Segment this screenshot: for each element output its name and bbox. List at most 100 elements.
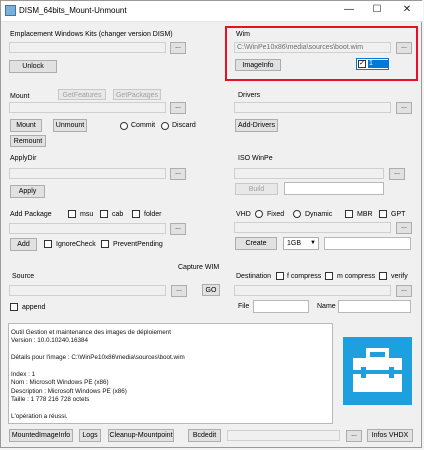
index-selector[interactable]: ✓ 1 — [356, 58, 389, 70]
name-label: Name — [317, 303, 336, 310]
f-compress-label: f compress — [287, 273, 322, 280]
capture-wim-label: Capture WIM — [178, 264, 220, 271]
msu-checkbox[interactable] — [68, 210, 76, 218]
wim-browse-button[interactable]: ... — [396, 42, 412, 54]
drivers-label: Drivers — [238, 92, 261, 99]
vhd-size-field[interactable] — [324, 237, 411, 250]
vhd-browse-button[interactable]: ... — [396, 222, 412, 234]
fixed-radio[interactable] — [255, 210, 263, 218]
folder-checkbox[interactable] — [132, 210, 140, 218]
isowinpe-browse-button[interactable]: ... — [389, 168, 405, 180]
isowinpe-output-field[interactable] — [284, 182, 384, 195]
close-icon[interactable]: ✕ — [397, 3, 417, 17]
append-checkbox[interactable] — [10, 303, 18, 311]
app-icon — [5, 5, 16, 16]
vhd-size-value: 1GB — [287, 240, 302, 247]
file-field[interactable] — [253, 300, 309, 313]
output-line: Détails pour l'image : C:\WinPe10x86\med… — [11, 354, 185, 362]
wim-path-field[interactable]: C:\WinPe10x86\media\sources\boot.wim — [234, 42, 391, 53]
output-line: Taille : 1 778 216 728 octets — [11, 396, 90, 404]
create-vhd-button[interactable]: Create — [235, 237, 277, 250]
source-browse-button[interactable]: ... — [171, 285, 187, 297]
discard-radio[interactable] — [161, 122, 169, 130]
title-bar: DISM_64bits_Mount-Unmount — ☐ ✕ — [1, 1, 423, 22]
mbr-label: MBR — [357, 211, 373, 218]
fixed-label: Fixed — [267, 211, 285, 218]
drivers-browse-button[interactable]: ... — [396, 102, 412, 114]
commit-label: Commit — [131, 122, 156, 129]
gpt-checkbox[interactable] — [379, 210, 387, 218]
bcdedit-path-field[interactable] — [227, 430, 340, 441]
preventpending-checkbox[interactable] — [101, 240, 109, 248]
append-label: append — [22, 304, 46, 311]
vhd-path-field[interactable] — [234, 222, 391, 233]
cleanup-mountpoint-button[interactable]: Cleanup-Mountpoint — [108, 429, 174, 442]
output-line: L'opération a réussi. — [11, 413, 68, 421]
commit-radio[interactable] — [120, 122, 128, 130]
output-line: Index : 1 — [11, 371, 36, 379]
file-label: File — [238, 303, 250, 310]
go-button[interactable]: GO — [202, 284, 220, 296]
applydir-field[interactable] — [9, 168, 166, 179]
remount-button[interactable]: Remount — [10, 135, 46, 147]
mount-label: Mount — [10, 93, 30, 100]
addpackage-label: Add Package — [10, 211, 52, 218]
minimize-button[interactable]: — — [339, 3, 359, 17]
m-compress-checkbox[interactable] — [325, 272, 333, 280]
unmount-button[interactable]: Unmount — [53, 119, 87, 132]
add-drivers-button[interactable]: Add-Drivers — [235, 119, 278, 132]
dynamic-radio[interactable] — [293, 210, 301, 218]
mount-browse-button[interactable]: ... — [170, 102, 186, 114]
destination-browse-button[interactable]: ... — [396, 285, 412, 297]
addpackage-field[interactable] — [9, 223, 166, 234]
cab-checkbox[interactable] — [100, 210, 108, 218]
output-line: Nom : Microsoft Windows PE (x86) — [11, 379, 109, 387]
wim-label: Wim — [236, 31, 250, 38]
logs-button[interactable]: Logs — [79, 429, 101, 442]
infos-vhdx-button[interactable]: Infos VHDX — [367, 429, 413, 442]
build-button[interactable]: Build — [235, 183, 278, 195]
source-field[interactable] — [9, 285, 166, 296]
emplacement-browse-button[interactable]: ... — [170, 42, 186, 54]
mbr-checkbox[interactable] — [345, 210, 353, 218]
destination-field[interactable] — [234, 285, 391, 296]
vhd-size-select[interactable]: 1GB ▼ — [283, 237, 319, 250]
output-log[interactable]: Outil Gestion et maintenance des images … — [8, 323, 333, 424]
maximize-button[interactable]: ☐ — [367, 3, 387, 17]
folder-label: folder — [144, 211, 162, 218]
add-package-button[interactable]: Add — [10, 238, 37, 251]
apply-button[interactable]: Apply — [10, 185, 45, 198]
getpackages-button[interactable]: GetPackages — [113, 89, 161, 100]
isowinpe-path-field[interactable] — [234, 168, 384, 179]
mount-path-field[interactable] — [9, 102, 166, 113]
applydir-label: ApplyDir — [10, 155, 37, 162]
ignorecheck-checkbox[interactable] — [44, 240, 52, 248]
output-line: Description : Microsoft Windows PE (x86) — [11, 387, 127, 395]
name-field[interactable] — [338, 300, 411, 313]
imageinfo-button[interactable]: ImageInfo — [235, 59, 281, 71]
getfeatures-button[interactable]: GetFeatures — [58, 89, 106, 100]
index-checkbox[interactable]: ✓ — [358, 60, 366, 68]
wim-highlight-box — [225, 26, 418, 81]
verify-checkbox[interactable] — [379, 272, 387, 280]
f-compress-checkbox[interactable] — [276, 272, 284, 280]
mountedimageinfo-button[interactable]: MountedImageInfo — [9, 429, 73, 442]
cab-label: cab — [112, 211, 124, 218]
bottom-browse-button[interactable]: ... — [346, 430, 362, 442]
drivers-path-field[interactable] — [234, 102, 391, 113]
dynamic-label: Dynamic — [305, 211, 333, 218]
msu-label: msu — [80, 211, 94, 218]
gpt-label: GPT — [391, 211, 406, 218]
mount-button[interactable]: Mount — [10, 119, 42, 132]
bcdedit-button[interactable]: Bcdedit — [188, 429, 221, 442]
unlock-button[interactable]: Unlock — [9, 60, 57, 73]
emplacement-field[interactable] — [9, 42, 166, 53]
window-title: DISM_64bits_Mount-Unmount — [19, 6, 127, 15]
isowinpe-label: ISO WinPe — [238, 155, 273, 162]
applydir-browse-button[interactable]: ... — [170, 168, 186, 180]
main-window: DISM_64bits_Mount-Unmount — ☐ ✕ Emplacem… — [0, 0, 423, 448]
addpackage-browse-button[interactable]: ... — [170, 223, 186, 235]
